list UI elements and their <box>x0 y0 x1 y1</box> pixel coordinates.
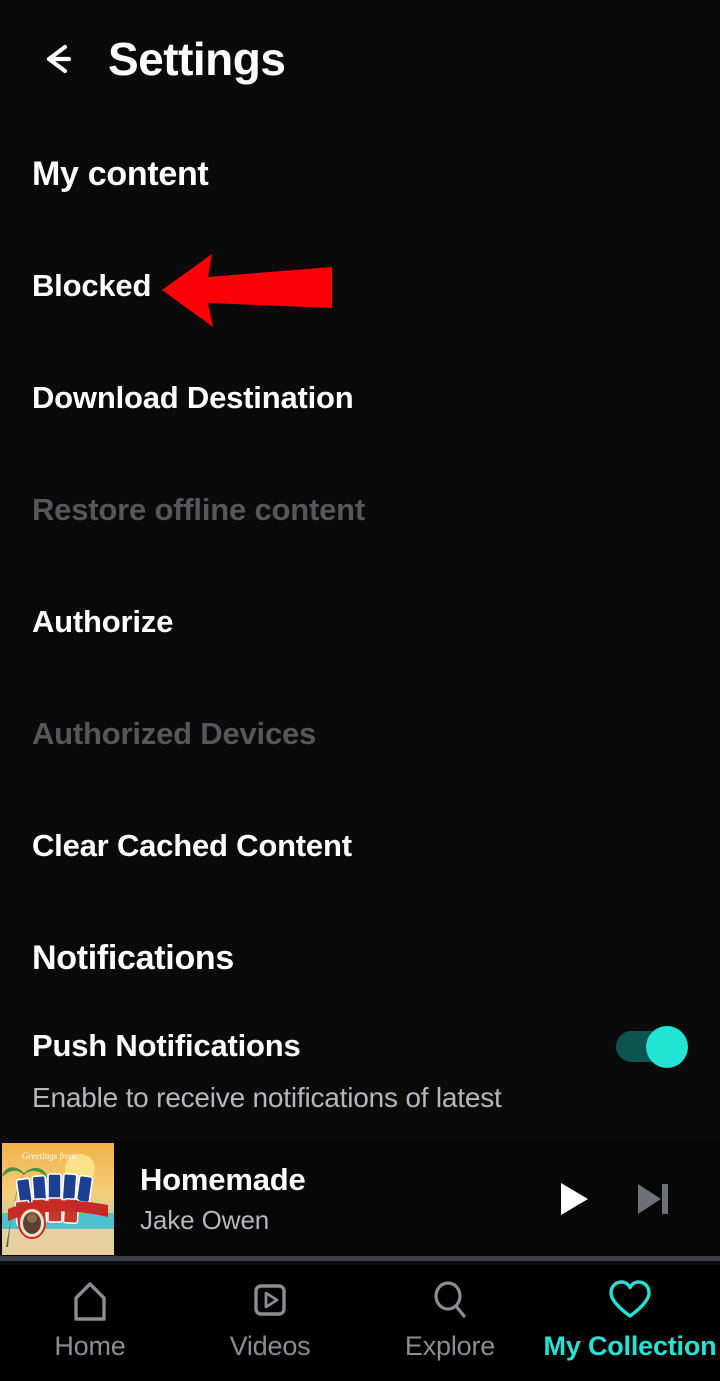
settings-item-authorize[interactable]: Authorize <box>0 566 720 678</box>
section-title: Notifications <box>32 938 234 977</box>
back-button[interactable] <box>24 24 94 94</box>
settings-list: My content Blocked Download Destination … <box>0 118 720 1126</box>
play-button[interactable] <box>532 1159 612 1239</box>
skip-next-button[interactable] <box>612 1159 692 1239</box>
settings-item-label: Clear Cached Content <box>32 828 352 863</box>
nav-label: Home <box>54 1331 126 1361</box>
settings-item-label: Restore offline content <box>32 492 365 527</box>
settings-item-clear-cached-content[interactable]: Clear Cached Content <box>0 790 720 902</box>
push-notifications-toggle[interactable] <box>616 1026 688 1068</box>
settings-item-label: Authorize <box>32 604 174 639</box>
now-playing-artist: Jake Owen <box>140 1204 270 1235</box>
home-icon <box>67 1277 113 1323</box>
settings-item-restore-offline-content: Restore offline content <box>0 454 720 566</box>
heart-icon <box>604 1277 656 1323</box>
settings-screen: Settings My content Blocked Download Des… <box>0 0 720 1381</box>
page-title: Settings <box>108 33 286 85</box>
settings-item-blocked[interactable]: Blocked <box>0 230 720 342</box>
nav-item-home[interactable]: Home <box>0 1277 180 1362</box>
video-icon <box>247 1277 293 1323</box>
svg-text:Greetings from: Greetings from <box>22 1151 77 1161</box>
settings-item-label: Download Destination <box>32 380 354 415</box>
nav-item-explore[interactable]: Explore <box>360 1277 540 1362</box>
settings-item-label: Authorized Devices <box>32 716 317 751</box>
arrow-left-icon <box>46 44 72 74</box>
settings-item-push-notifications[interactable]: Push Notifications Enable to receive not… <box>0 1014 720 1126</box>
search-icon <box>427 1277 473 1323</box>
section-title: My content <box>32 154 209 193</box>
nav-item-videos[interactable]: Videos <box>180 1277 360 1362</box>
now-playing-text: Homemade Jake Owen <box>140 1162 532 1236</box>
toggle-knob <box>646 1026 688 1068</box>
settings-item-download-destination[interactable]: Download Destination <box>0 342 720 454</box>
nav-label: Videos <box>229 1331 311 1361</box>
album-art: Greetings from <box>2 1142 114 1255</box>
push-notifications-row: Push Notifications <box>32 1026 688 1068</box>
nav-item-my-collection[interactable]: My Collection <box>540 1277 720 1362</box>
section-header-my-content: My content <box>0 118 720 230</box>
bottom-navigation: Home Videos Explore My Collection <box>0 1265 720 1381</box>
skip-next-icon <box>638 1183 668 1214</box>
app-header: Settings <box>0 0 720 118</box>
section-header-notifications: Notifications <box>0 902 720 1014</box>
settings-item-label: Push Notifications <box>32 1028 301 1063</box>
now-playing-title: Homemade <box>140 1161 306 1197</box>
nav-label: Explore <box>404 1331 496 1361</box>
nav-label: My Collection <box>543 1331 717 1361</box>
settings-item-authorized-devices: Authorized Devices <box>0 678 720 790</box>
settings-item-label: Blocked <box>32 268 152 303</box>
now-playing-bar[interactable]: Greetings from Homemade Jake Owen <box>0 1141 720 1261</box>
push-notifications-subtitle: Enable to receive notifications of lates… <box>32 1082 502 1113</box>
play-icon <box>561 1182 588 1215</box>
